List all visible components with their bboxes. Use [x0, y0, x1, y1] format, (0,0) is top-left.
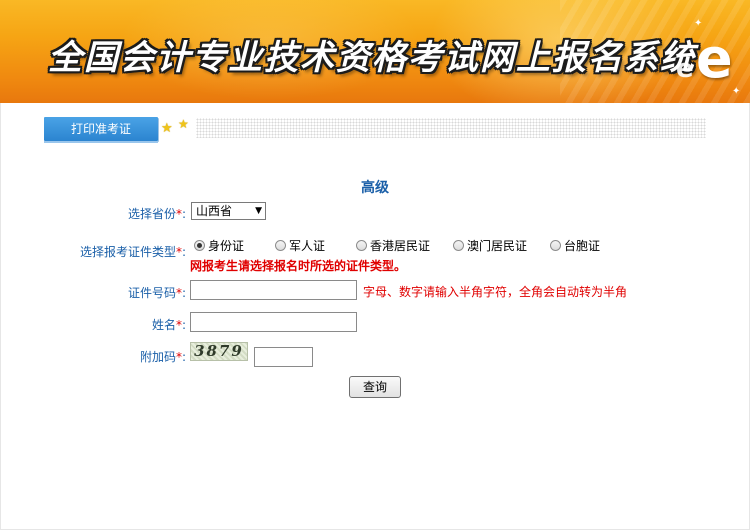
- province-label: 选择省份*:: [100, 205, 186, 222]
- banner-title: 全国会计专业技术资格考试网上报名系统: [48, 38, 696, 78]
- tab-underline: [44, 141, 158, 143]
- header-banner: 全国会计专业技术资格考试网上报名系统 e e ✦ ✦: [0, 0, 750, 103]
- radio-button[interactable]: [356, 240, 367, 251]
- captcha-label: 附加码*:: [100, 348, 186, 365]
- radio-military-card[interactable]: 军人证: [275, 237, 325, 253]
- id-number-input[interactable]: [190, 280, 357, 300]
- name-label: 姓名*:: [100, 316, 186, 333]
- radio-label: 军人证: [289, 239, 326, 253]
- exam-level-title: 高级: [361, 180, 389, 196]
- radio-button-checked[interactable]: [194, 240, 205, 251]
- id-number-label: 证件号码*:: [100, 284, 186, 301]
- radio-button[interactable]: [550, 240, 561, 251]
- star-icon: ★: [178, 117, 189, 131]
- dotted-divider: [196, 118, 706, 138]
- radio-label: 香港居民证: [370, 239, 431, 253]
- radio-macau-card[interactable]: 澳门居民证: [453, 237, 527, 253]
- star-icon: ★: [161, 121, 173, 136]
- radio-label: 台胞证: [564, 239, 601, 253]
- label-colon: :: [181, 245, 186, 259]
- radio-hongkong-card[interactable]: 香港居民证: [356, 237, 430, 253]
- label-colon: :: [181, 350, 186, 364]
- print-admission-ticket-tab[interactable]: 打印准考证: [44, 117, 158, 141]
- radio-label: 身份证: [208, 239, 245, 253]
- dropdown-arrow-icon: ▼: [255, 206, 262, 216]
- e-logo-icon: e e ✦ ✦: [676, 18, 750, 103]
- label-colon: :: [181, 318, 186, 332]
- radio-taiwan-card[interactable]: 台胞证: [550, 237, 600, 253]
- id-number-hint: 字母、数字请输入半角字符，全角会自动转为半角: [363, 285, 628, 299]
- radio-id-card[interactable]: 身份证: [194, 237, 244, 253]
- id-type-warning-note: 网报考生请选择报名时所选的证件类型。: [190, 259, 407, 273]
- id-number-label-text: 证件号码: [127, 286, 176, 300]
- captcha-label-text: 附加码: [139, 350, 176, 364]
- province-selected-value: 山西省: [196, 204, 233, 218]
- captcha-image[interactable]: 3879: [190, 342, 248, 361]
- query-button[interactable]: 查询: [349, 376, 401, 398]
- province-label-text: 选择省份: [127, 207, 176, 221]
- label-colon: :: [181, 286, 186, 300]
- name-input[interactable]: [190, 312, 357, 332]
- logo-letter-big: e: [696, 27, 733, 90]
- id-type-label-text: 选择报考证件类型: [79, 245, 176, 259]
- sparkle-icon: ✦: [694, 18, 703, 29]
- name-label-text: 姓名: [151, 318, 176, 332]
- sparkle-icon: ✦: [732, 86, 741, 97]
- label-colon: :: [181, 207, 186, 221]
- radio-label: 澳门居民证: [467, 239, 528, 253]
- logo-letter-small: e: [676, 54, 694, 84]
- captcha-input[interactable]: [254, 347, 313, 367]
- radio-button[interactable]: [275, 240, 286, 251]
- radio-button[interactable]: [453, 240, 464, 251]
- id-type-label: 选择报考证件类型*:: [60, 243, 186, 260]
- province-select[interactable]: 山西省 ▼: [191, 202, 266, 220]
